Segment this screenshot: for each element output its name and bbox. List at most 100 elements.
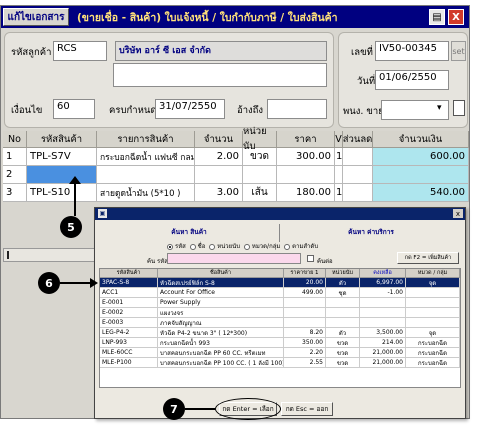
list-cell-name: Account For Office [158, 288, 284, 298]
cell-vat[interactable]: 1 [335, 148, 343, 166]
radio-sequence[interactable] [284, 243, 291, 250]
radio-unit-label: หน่วยนับ [217, 243, 241, 250]
continue-search-checkbox[interactable] [307, 255, 314, 262]
close-icon[interactable]: x [453, 209, 463, 218]
product-list-header: รหัสสินค้า ชื่อสินค้า ราคาขาย 1 หน่วยนับ… [100, 269, 460, 278]
tab-service-search[interactable]: ค้นหา ค่าบริการ [281, 222, 461, 242]
search-input[interactable] [167, 253, 301, 264]
cell-unit[interactable]: ขวด [243, 148, 277, 166]
cell-name[interactable]: กระบอกฉีดน้ำ แฟนซี กลม ม่วง [97, 148, 195, 166]
search-label: ค้น รหัส [147, 258, 168, 265]
cell-qty[interactable]: 2.00 [195, 148, 243, 166]
horizontal-scrollbar[interactable] [3, 248, 95, 262]
table-row[interactable]: 3 TPL-S10 สายดูดน้ำมัน (5*10 ) 3.00 เส้น… [3, 184, 469, 202]
list-cell-code: E-0003 [100, 318, 158, 328]
cell-amount: 540.00 [373, 184, 469, 202]
list-item[interactable]: LNP-993 กระบอกฉีดน้ำ 993 350.00 ขวด 214.00 กร… [100, 338, 460, 348]
list-cell-price: 20.00 [284, 278, 326, 288]
list-cell-stock: 21,000.00 [360, 348, 406, 358]
list-cell-stock [360, 318, 406, 328]
list-cell-price: 2.55 [284, 358, 326, 368]
customer-code-field[interactable]: RCS [53, 41, 107, 61]
cell-qty[interactable] [195, 166, 243, 184]
list-item[interactable]: MLE-60CC บาสคอนกระบอกฉีด PP 60 CC. ทรีตเม… [100, 348, 460, 358]
cell-code-active[interactable] [27, 166, 97, 184]
list-item[interactable]: E-0002 แผงวงจร [100, 308, 460, 318]
list-cell-group: จุด [406, 328, 460, 338]
cell-amount: 600.00 [373, 148, 469, 166]
cell-price[interactable] [277, 166, 335, 184]
callout-7: 7 [163, 398, 185, 420]
tab-product-search[interactable]: ค้นหา สินค้า [99, 222, 279, 242]
exit-esc-button[interactable]: กด Esc = ออก [281, 402, 333, 416]
cell-discount[interactable] [343, 148, 373, 166]
list-cell-stock: 21,000.00 [360, 358, 406, 368]
radio-code[interactable] [167, 243, 173, 250]
list-cell-price: 8.20 [284, 328, 326, 338]
list-cell-price: 2.20 [284, 348, 326, 358]
radio-name[interactable] [189, 243, 196, 250]
print-icon[interactable]: ▤ [429, 9, 445, 25]
cell-unit[interactable] [243, 166, 277, 184]
list-cell-group [406, 298, 460, 308]
table-row[interactable]: 1 TPL-S7V กระบอกฉีดน้ำ แฟนซี กลม ม่วง 2.… [3, 148, 469, 166]
date-field[interactable]: 01/06/2550 [375, 70, 449, 90]
cell-price[interactable]: 300.00 [277, 148, 335, 166]
cell-vat[interactable]: 1 [335, 184, 343, 202]
list-cell-unit: ขวด [326, 358, 360, 368]
list-item[interactable]: 3PAC-S-8 หัวฉีดสเปรย์ฟิล์ก S-8 20.00 ตัว 6,9… [100, 278, 460, 288]
list-col-code: รหัสสินค้า [100, 269, 158, 278]
close-icon[interactable]: X [448, 9, 464, 25]
list-cell-group: กระบอกฉีด [406, 348, 460, 358]
list-item[interactable]: E-0001 Power Supply [100, 298, 460, 308]
radio-unit[interactable] [209, 243, 216, 250]
list-cell-name: ภาคจับสัญญาณ [158, 318, 284, 328]
list-cell-group [406, 308, 460, 318]
customer-address-field[interactable] [113, 63, 327, 87]
list-cell-unit: ขวด [326, 338, 360, 348]
list-cell-price [284, 318, 326, 328]
reference-field[interactable] [267, 99, 327, 119]
callout-6-line [60, 282, 92, 284]
radio-group[interactable] [243, 243, 250, 250]
callout-5-arrow [69, 176, 81, 184]
chevron-down-icon[interactable]: ▾ [437, 103, 442, 113]
scroll-left-icon[interactable] [7, 251, 11, 259]
cell-vat[interactable] [335, 166, 343, 184]
list-item[interactable]: MLE-P100 บาสคอนกระบอกฉีด PP 100 CC. ( 1 ล… [100, 358, 460, 368]
cell-code[interactable]: TPL-S7V [27, 148, 97, 166]
cell-unit[interactable]: เส้น [243, 184, 277, 202]
list-cell-stock: 3,500.00 [360, 328, 406, 338]
document-icon[interactable] [453, 100, 465, 116]
list-item[interactable]: E-0003 ภาคจับสัญญาณ [100, 318, 460, 328]
list-cell-name: กระบอกฉีดน้ำ 993 [158, 338, 284, 348]
list-item[interactable]: LEG-P4-2 หัวฉีด P4-2 ขนาด 3" ( 12*300) 8.2… [100, 328, 460, 338]
enter-button-highlight [215, 398, 281, 420]
app-icon: ▣ [98, 209, 107, 218]
doc-no-field[interactable]: IV50-00345 [375, 41, 449, 61]
cell-name[interactable]: สายดูดน้ำมัน (5*10 ) [97, 184, 195, 202]
set-button[interactable]: set [451, 41, 466, 61]
list-cell-unit [326, 318, 360, 328]
window-title: (ขายเชื่อ - สินค้า) ใบแจ้งหนี้ / ใบกำกับ… [77, 12, 338, 24]
credit-days-field[interactable]: 60 [53, 99, 95, 119]
list-cell-group [406, 288, 460, 298]
cell-discount[interactable] [343, 166, 373, 184]
col-header-price: ราคา [277, 131, 335, 148]
cell-no: 3 [3, 184, 27, 202]
cell-code[interactable]: TPL-S10 [27, 184, 97, 202]
cell-qty[interactable]: 3.00 [195, 184, 243, 202]
col-header-amount: จำนวนเงิน [373, 131, 469, 148]
cell-discount[interactable] [343, 184, 373, 202]
list-cell-name: แผงวงจร [158, 308, 284, 318]
edit-document-button[interactable]: แก้ไขเอกสาร [3, 8, 69, 26]
due-date-field[interactable]: 31/07/2550 [155, 99, 225, 119]
list-item[interactable]: ACC1 Account For Office 499.00 ชุด -1.00 [100, 288, 460, 298]
list-cell-code: 3PAC-S-8 [100, 278, 158, 288]
list-cell-stock [360, 308, 406, 318]
cell-price[interactable]: 180.00 [277, 184, 335, 202]
radio-group-label: หมวด/กลุ่ม [251, 243, 281, 250]
add-product-button[interactable]: กด F2 = เพิ่มสินค้า [397, 252, 459, 264]
list-cell-price [284, 308, 326, 318]
cell-name[interactable] [97, 166, 195, 184]
